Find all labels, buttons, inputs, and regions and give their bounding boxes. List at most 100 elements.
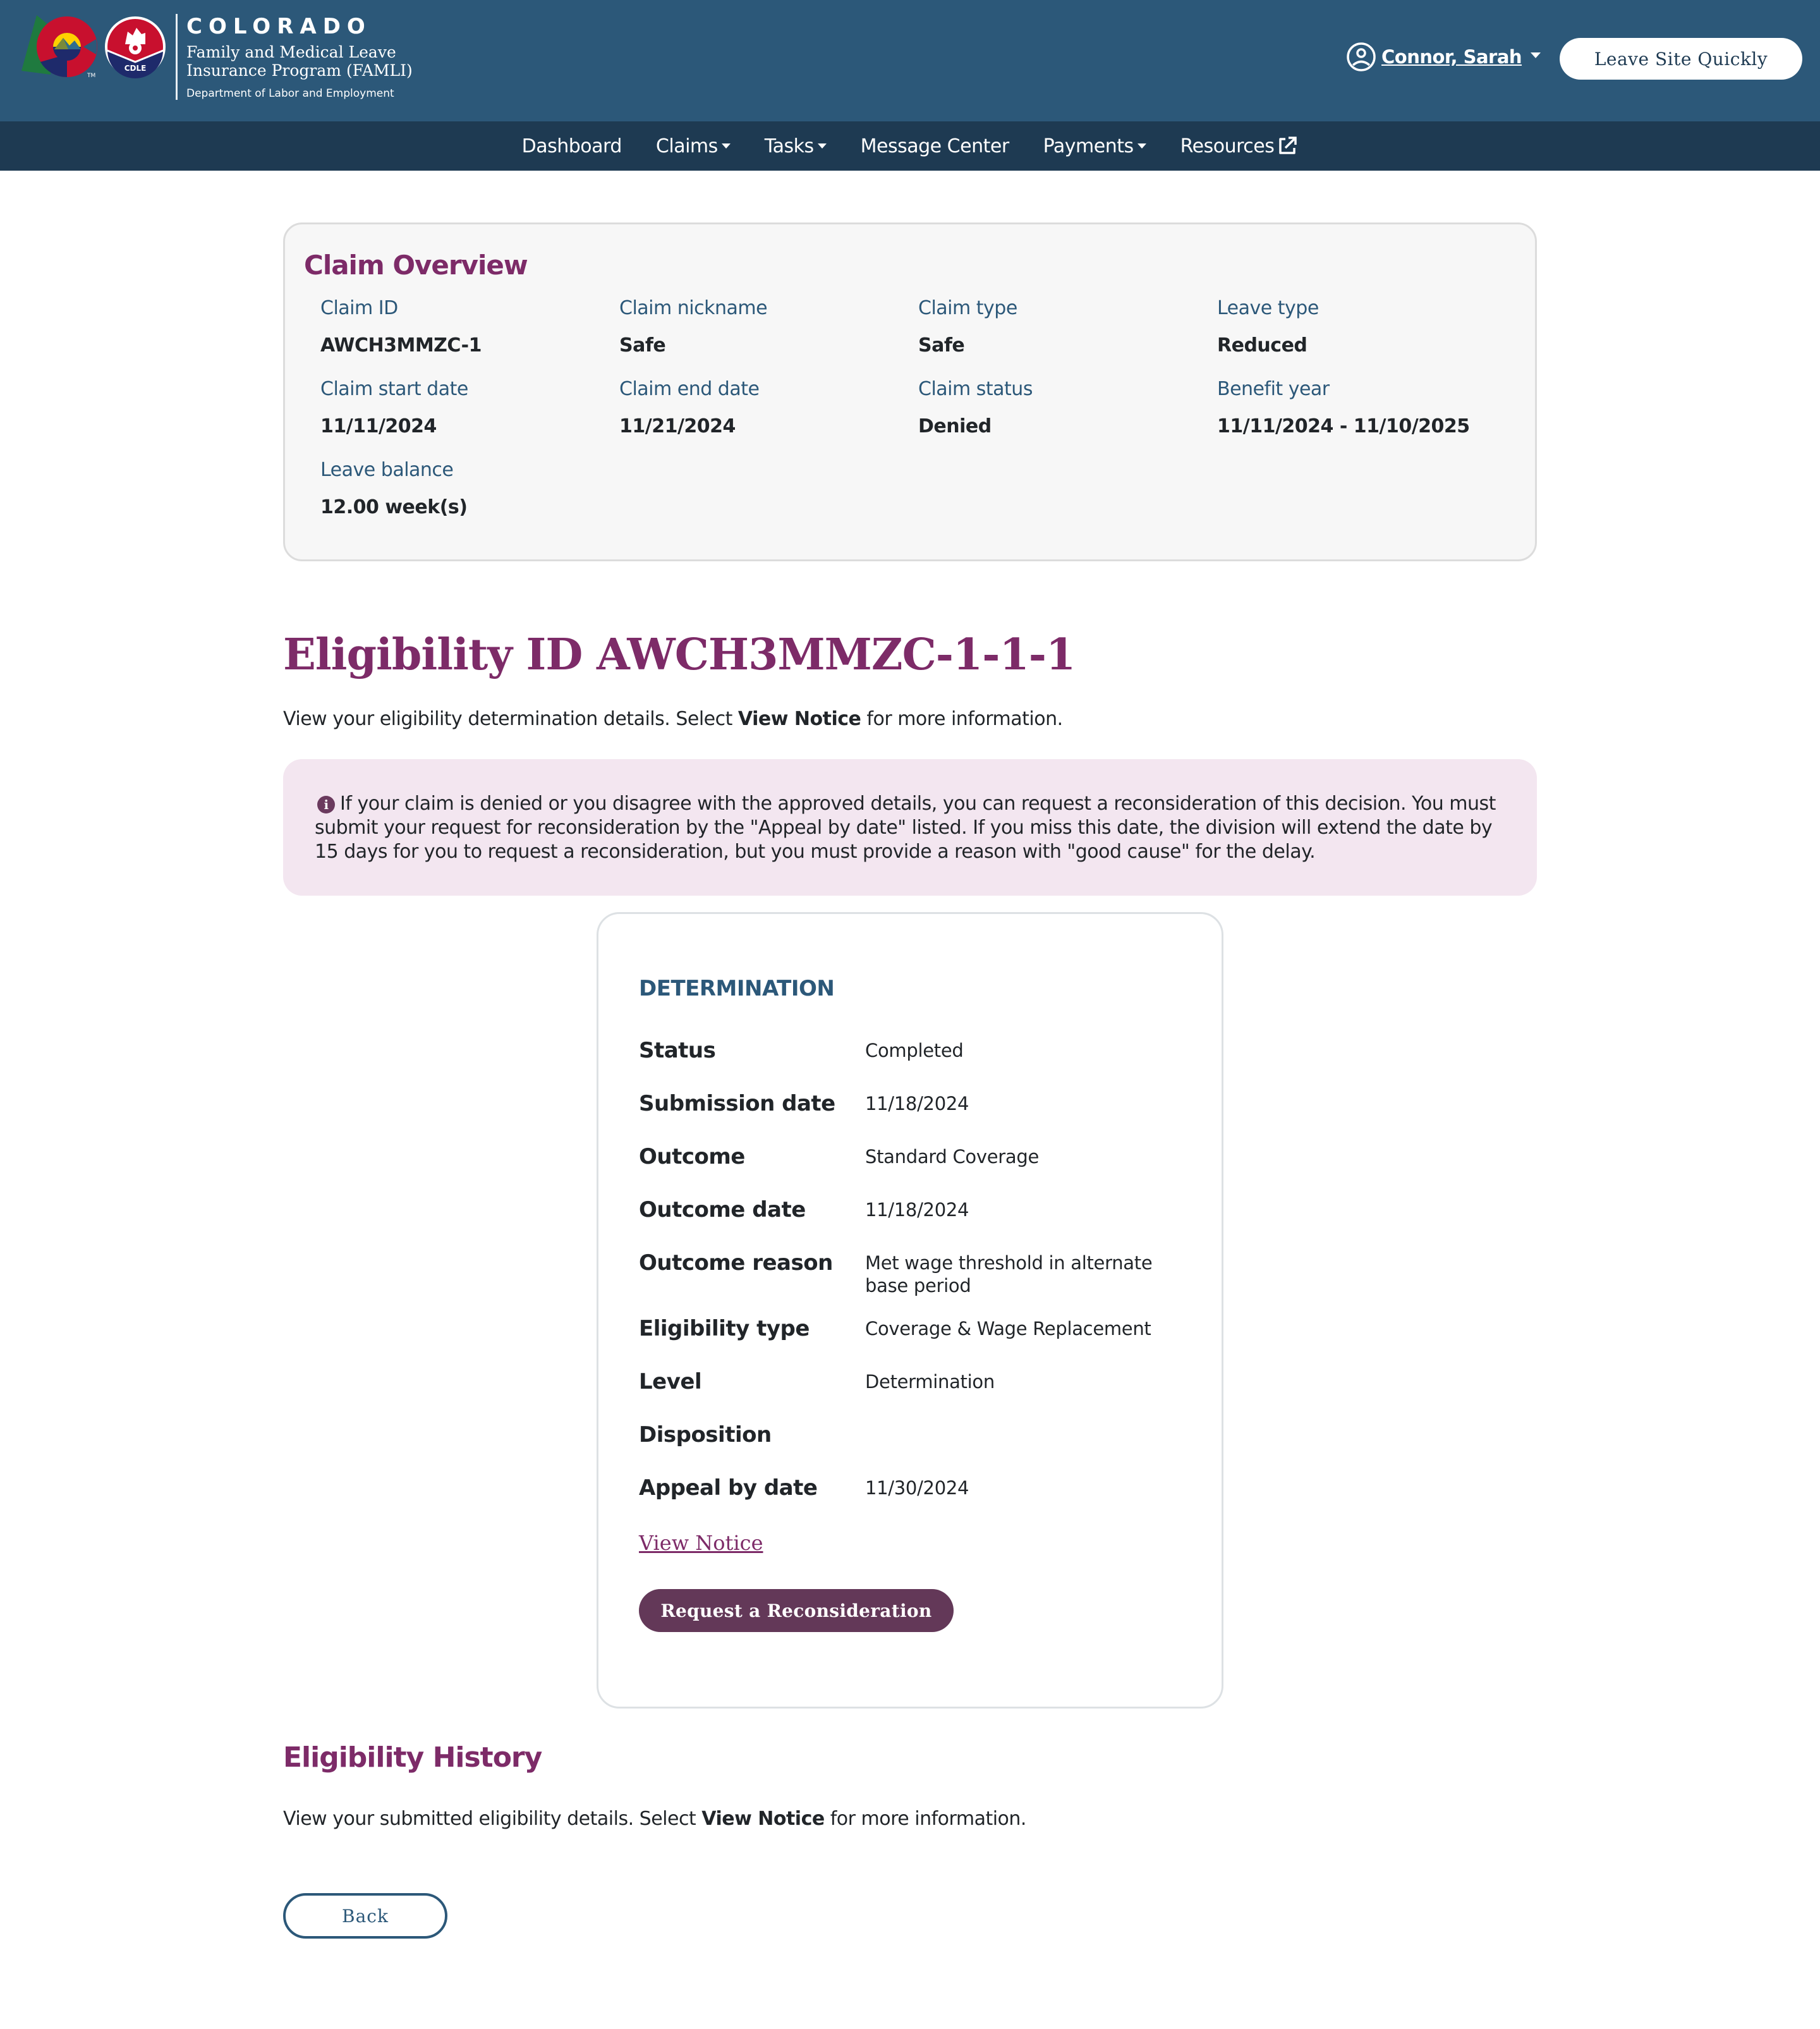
main-nav: Dashboard Claims Tasks Message Center Pa… xyxy=(0,121,1820,171)
eligibility-history-description: View your submitted eligibility details.… xyxy=(283,1808,1537,1830)
brand-text: COLORADO Family and Medical Leave Insura… xyxy=(186,14,413,100)
leave-site-quickly-button[interactable]: Leave Site Quickly xyxy=(1560,38,1802,80)
determination-row-appeal-by-date: Appeal by date 11/30/2024 xyxy=(639,1475,1222,1528)
chevron-down-icon xyxy=(1137,143,1146,149)
field-label: Leave type xyxy=(1217,297,1319,319)
row-value: Coverage & Wage Replacement xyxy=(865,1318,1151,1339)
nav-message-center[interactable]: Message Center xyxy=(844,135,1026,157)
view-notice-link[interactable]: View Notice xyxy=(639,1531,763,1555)
determination-rows: Status Completed Submission date 11/18/2… xyxy=(639,1038,1222,1528)
user-circle-icon xyxy=(1346,42,1376,72)
desc-suffix: for more information. xyxy=(824,1808,1027,1830)
determination-row-submission-date: Submission date 11/18/2024 xyxy=(639,1091,1222,1144)
field-value: Safe xyxy=(918,334,965,356)
row-value: 11/18/2024 xyxy=(865,1093,969,1114)
desc-bold: View Notice xyxy=(737,708,861,730)
determination-row-outcome-reason: Outcome reason Met wage threshold in alt… xyxy=(639,1250,1222,1316)
nav-resources-label: Resources xyxy=(1180,135,1275,157)
brand-logo[interactable]: TM CDLE COLORADO Family and Medical Leav… xyxy=(18,14,413,100)
determination-row-disposition: Disposition xyxy=(639,1422,1222,1475)
overview-field-leave-balance: Leave balance 12.00 week(s) xyxy=(320,459,619,540)
row-label: Outcome xyxy=(639,1144,745,1169)
row-label: Appeal by date xyxy=(639,1475,818,1501)
page-title: Eligibility ID AWCH3MMZC-1-1-1 xyxy=(283,630,1076,680)
overview-field-claim-type: Claim type Safe xyxy=(918,297,1217,378)
row-value: 11/18/2024 xyxy=(865,1199,969,1221)
row-label: Level xyxy=(639,1369,702,1394)
determination-row-status: Status Completed xyxy=(639,1038,1222,1091)
row-label: Submission date xyxy=(639,1091,835,1116)
row-label: Disposition xyxy=(639,1422,772,1447)
svg-text:TM: TM xyxy=(87,73,95,79)
info-icon: i xyxy=(317,796,335,813)
request-reconsideration-button[interactable]: Request a Reconsideration xyxy=(639,1589,954,1632)
cdle-logo-icon: CDLE xyxy=(104,15,167,78)
claim-overview-card: Claim Overview Claim ID AWCH3MMZC-1 Clai… xyxy=(283,222,1537,561)
brand-divider xyxy=(176,14,178,100)
row-value: Standard Coverage xyxy=(865,1146,1039,1167)
determination-row-outcome: Outcome Standard Coverage xyxy=(639,1144,1222,1197)
nav-claims-label: Claims xyxy=(655,135,718,157)
colorado-c-logo-icon: TM xyxy=(18,14,100,80)
overview-field-leave-type: Leave type Reduced xyxy=(1217,297,1516,378)
overview-field-claim-nickname: Claim nickname Safe xyxy=(619,297,918,378)
row-value: Met wage threshold in alternate base per… xyxy=(865,1252,1153,1296)
nav-claims[interactable]: Claims xyxy=(639,135,748,157)
desc-suffix: for more information. xyxy=(861,708,1063,730)
determination-row-level: Level Determination xyxy=(639,1369,1222,1422)
desc-bold: View Notice xyxy=(701,1808,825,1830)
user-name-link[interactable]: Connor, Sarah xyxy=(1381,46,1522,68)
chevron-down-icon xyxy=(817,143,827,149)
desc-prefix: View your submitted eligibility details.… xyxy=(283,1808,702,1830)
row-label: Status xyxy=(639,1038,716,1063)
nav-message-center-label: Message Center xyxy=(860,135,1010,157)
overview-field-benefit-year: Benefit year 11/11/2024 - 11/10/2025 xyxy=(1217,378,1516,459)
row-label: Outcome date xyxy=(639,1197,806,1222)
field-value: 11/11/2024 xyxy=(320,415,437,437)
row-value xyxy=(865,1422,1194,1475)
row-value: Determination xyxy=(865,1371,995,1392)
external-link-icon xyxy=(1277,135,1298,157)
nav-dashboard-label: Dashboard xyxy=(521,135,622,157)
row-label: Eligibility type xyxy=(639,1316,810,1341)
field-value: Denied xyxy=(918,415,992,437)
determination-row-eligibility-type: Eligibility type Coverage & Wage Replace… xyxy=(639,1316,1222,1369)
field-label: Claim ID xyxy=(320,297,398,319)
chevron-down-icon xyxy=(1531,52,1541,58)
field-label: Claim end date xyxy=(619,378,760,400)
row-label: Outcome reason xyxy=(639,1250,833,1276)
brand-title: COLORADO xyxy=(186,14,372,39)
back-button[interactable]: Back xyxy=(283,1893,447,1939)
nav-resources[interactable]: Resources xyxy=(1163,135,1316,157)
field-value: 11/11/2024 - 11/10/2025 xyxy=(1217,415,1470,437)
desc-prefix: View your eligibility determination deta… xyxy=(283,708,738,730)
user-menu[interactable]: Connor, Sarah xyxy=(1346,42,1541,72)
site-header: TM CDLE COLORADO Family and Medical Leav… xyxy=(0,0,1820,121)
overview-field-claim-start-date: Claim start date 11/11/2024 xyxy=(320,378,619,459)
overview-field-claim-end-date: Claim end date 11/21/2024 xyxy=(619,378,918,459)
field-label: Claim status xyxy=(918,378,1033,400)
field-label: Claim nickname xyxy=(619,297,768,319)
chevron-down-icon xyxy=(721,143,731,149)
field-value: AWCH3MMZC-1 xyxy=(320,334,482,356)
field-label: Benefit year xyxy=(1217,378,1330,400)
determination-card: DETERMINATION Status Completed Submissio… xyxy=(597,912,1223,1709)
eligibility-description: View your eligibility determination deta… xyxy=(283,708,1537,730)
alert-text: If your claim is denied or you disagree … xyxy=(315,793,1496,863)
overview-field-claim-id: Claim ID AWCH3MMZC-1 xyxy=(320,297,619,378)
nav-tasks[interactable]: Tasks xyxy=(748,135,844,157)
field-label: Claim start date xyxy=(320,378,468,400)
field-label: Claim type xyxy=(918,297,1017,319)
overview-field-claim-status: Claim status Denied xyxy=(918,378,1217,459)
row-value: 11/30/2024 xyxy=(865,1477,969,1499)
brand-subtitle-line1: Family and Medical Leave xyxy=(186,43,396,61)
determination-row-outcome-date: Outcome date 11/18/2024 xyxy=(639,1197,1222,1250)
reconsideration-info-alert: i If your claim is denied or you disagree… xyxy=(283,759,1537,896)
claim-overview-title: Claim Overview xyxy=(304,250,528,281)
determination-title: DETERMINATION xyxy=(639,976,835,1001)
nav-payments[interactable]: Payments xyxy=(1026,135,1163,157)
nav-dashboard[interactable]: Dashboard xyxy=(505,135,639,157)
claim-overview-grid: Claim ID AWCH3MMZC-1 Claim nickname Safe… xyxy=(320,297,1516,540)
field-value: Safe xyxy=(619,334,666,356)
field-value: 12.00 week(s) xyxy=(320,496,468,518)
